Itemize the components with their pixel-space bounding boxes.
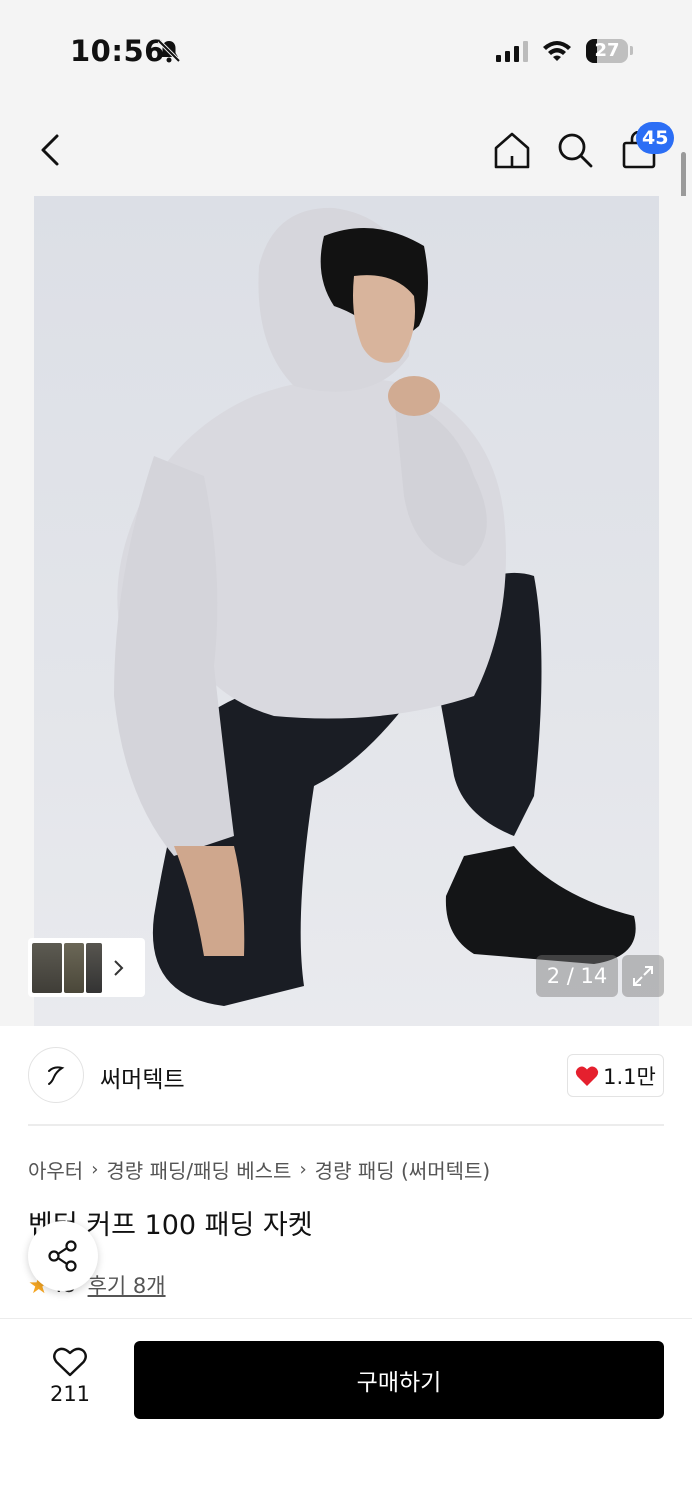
brand-like-count: 1.1만 <box>603 1064 656 1089</box>
brand-logo[interactable] <box>28 1047 84 1103</box>
breadcrumb-item[interactable]: 경량 패딩/패딩 베스트 <box>106 1155 291 1184</box>
expand-button[interactable] <box>622 955 664 997</box>
status-bar: 10:56 27 <box>0 0 692 100</box>
breadcrumb: 아우터 › 경량 패딩/패딩 베스트 › 경량 패딩 (써머텍트) <box>28 1155 490 1184</box>
share-button[interactable] <box>28 1221 98 1291</box>
home-icon <box>494 132 530 169</box>
cart-count-badge: 45 <box>636 122 675 154</box>
model-illustration <box>114 207 636 1006</box>
product-photo[interactable] <box>34 196 659 1026</box>
bell-off-icon <box>157 39 181 63</box>
thumbnail-strip[interactable] <box>28 938 145 997</box>
breadcrumb-item[interactable]: 경량 패딩 (써머텍트) <box>315 1155 491 1184</box>
heart-outline-icon <box>53 1347 87 1377</box>
battery-icon: 27 <box>586 39 628 63</box>
thumbnail-3[interactable] <box>86 942 102 993</box>
search-button[interactable] <box>553 128 597 172</box>
chevron-right-icon: › <box>299 1159 307 1180</box>
divider <box>28 1124 664 1126</box>
brand-logo-mark <box>48 1066 65 1085</box>
expand-icon <box>633 966 653 986</box>
battery-percent: 27 <box>594 40 620 61</box>
battery-tip <box>630 46 633 55</box>
signal-icon <box>496 40 528 62</box>
product-image-gallery[interactable]: 2 / 14 <box>0 196 692 1026</box>
back-icon <box>41 134 59 166</box>
buy-button[interactable]: 구매하기 <box>134 1341 664 1419</box>
thumbnail-2[interactable] <box>64 942 84 993</box>
share-icon <box>48 1240 77 1272</box>
search-icon <box>558 133 593 168</box>
image-page-indicator: 2 / 14 <box>536 955 618 997</box>
chevron-right-icon: › <box>91 1159 99 1180</box>
top-nav <box>0 100 692 196</box>
wishlist-button[interactable]: 211 <box>40 1346 100 1418</box>
breadcrumb-item[interactable]: 아우터 <box>28 1155 83 1184</box>
back-button[interactable] <box>30 128 70 172</box>
wishlist-count: 211 <box>49 1382 91 1406</box>
brand-name[interactable]: 써머텍트 <box>100 1060 185 1094</box>
chevron-right-icon[interactable] <box>112 959 124 977</box>
wifi-icon <box>543 41 571 61</box>
home-button[interactable] <box>490 128 534 172</box>
brand-like-button[interactable]: 1.1만 <box>567 1054 664 1097</box>
status-time: 10:56 <box>70 34 165 68</box>
review-link[interactable]: 후기 8개 <box>88 1270 166 1300</box>
thumbnail-1[interactable] <box>32 942 62 993</box>
heart-filled-icon <box>576 1066 599 1086</box>
